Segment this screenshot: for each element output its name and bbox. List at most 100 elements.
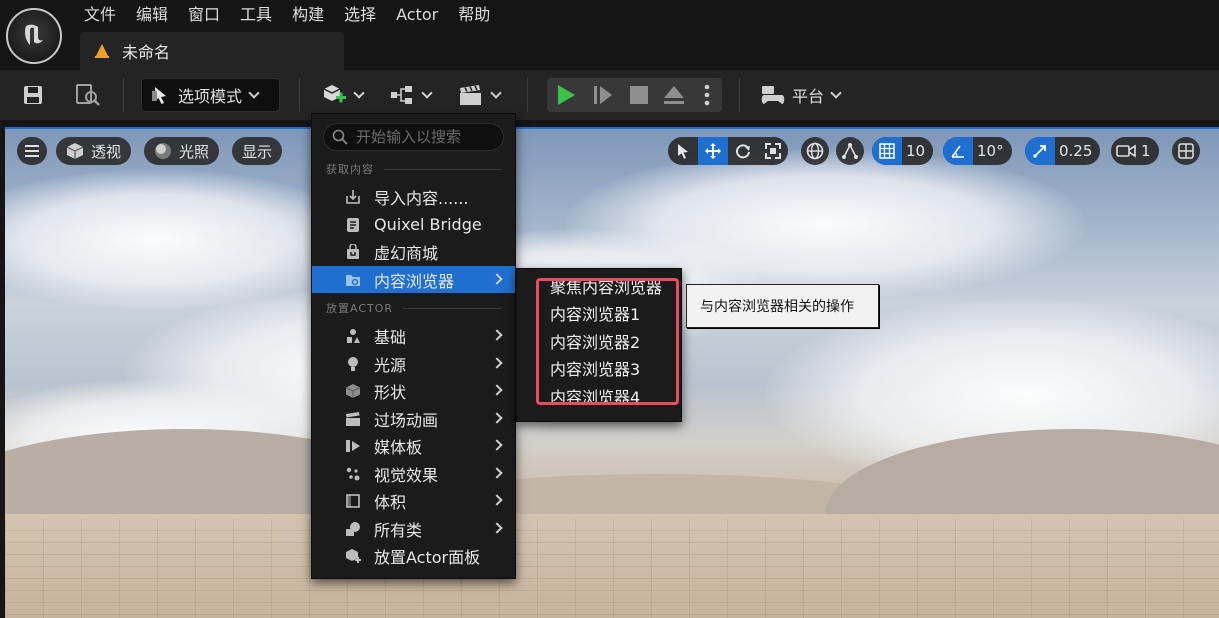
menu-item-label: 内容浏览器	[374, 271, 455, 291]
browse-icon	[76, 84, 100, 106]
grid-snap-toggle[interactable]	[872, 137, 902, 165]
menu-item-place-actors-panel[interactable]: 放置Actor面板	[312, 542, 515, 569]
cinematic-icon	[345, 411, 361, 427]
title-bar: 文件 编辑 窗口 工具 构建 选择 Actor 帮助 未命名	[0, 0, 1219, 70]
scale-snap-group: 0.25	[1025, 137, 1101, 165]
platforms-button[interactable]: 平台	[760, 78, 846, 112]
menu-item-all-classes[interactable]: 所有类	[312, 515, 515, 542]
advance-frame-button[interactable]	[592, 83, 614, 111]
light-icon	[345, 356, 361, 372]
view-mode-button[interactable]: 光照	[144, 137, 220, 165]
shape-icon	[345, 383, 361, 399]
toolbar-separator	[527, 78, 528, 112]
menu-window[interactable]: 窗口	[178, 0, 230, 30]
add-actor-icon	[323, 85, 346, 103]
toolbar-separator	[299, 78, 300, 112]
menu-item-import-content[interactable]: 导入内容......	[312, 183, 515, 210]
menu-item-volumes[interactable]: 体积	[312, 487, 515, 514]
chevron-right-icon	[491, 273, 503, 285]
cinematics-button[interactable]	[455, 78, 503, 112]
menu-edit[interactable]: 编辑	[126, 0, 178, 30]
chevron-right-icon	[491, 494, 503, 506]
perspective-label: 透视	[91, 142, 122, 161]
browse-level-button[interactable]	[73, 78, 103, 112]
transform-tools	[668, 137, 788, 165]
rotate-tool-button[interactable]	[728, 137, 758, 165]
document-tab[interactable]: 未命名	[80, 32, 344, 70]
platforms-label: 平台	[792, 87, 825, 106]
search-input[interactable]	[356, 128, 496, 146]
lit-sphere-icon	[155, 143, 171, 159]
perspective-cube-icon	[66, 143, 84, 159]
chevron-down-icon	[421, 86, 433, 99]
grid-icon	[879, 143, 895, 159]
camera-speed-group[interactable]: 1	[1111, 137, 1159, 165]
menu-item-quixel-bridge[interactable]: Quixel Bridge	[312, 211, 515, 238]
menu-item-media-plate[interactable]: 媒体板	[312, 432, 515, 459]
rotation-snap-group: 10°	[943, 137, 1012, 165]
section-get-content-label: 获取内容	[326, 163, 374, 176]
menu-item-label: 视觉效果	[374, 465, 439, 485]
perspective-button[interactable]: 透视	[56, 137, 132, 165]
scale-snap-value[interactable]: 0.25	[1055, 142, 1100, 160]
unreal-logo-icon[interactable]	[6, 8, 62, 64]
play-button[interactable]	[555, 83, 577, 111]
tooltip-text: 与内容浏览器相关的操作	[700, 299, 854, 315]
menu-item-label: 所有类	[374, 520, 423, 540]
quick-add-button[interactable]	[318, 78, 366, 112]
rotation-snap-toggle[interactable]	[943, 137, 973, 165]
all-classes-icon	[345, 521, 361, 537]
menu-file[interactable]: 文件	[84, 0, 126, 30]
play-controls	[547, 78, 722, 112]
menu-item-cinematic[interactable]: 过场动画	[312, 405, 515, 432]
toolbar-separator	[123, 78, 124, 112]
annotation-highlight-box	[536, 278, 679, 405]
scale-tool-button[interactable]	[758, 137, 788, 165]
show-button[interactable]: 显示	[232, 137, 283, 165]
main-menu-bar: 文件 编辑 窗口 工具 构建 选择 Actor 帮助	[84, 0, 500, 30]
rotation-snap-value[interactable]: 10°	[973, 142, 1012, 160]
eject-button[interactable]	[662, 84, 686, 110]
menu-item-label: 过场动画	[374, 410, 439, 430]
viewport-menu-button[interactable]	[17, 137, 47, 165]
menu-help[interactable]: 帮助	[448, 0, 500, 30]
menu-build[interactable]: 构建	[282, 0, 334, 30]
menu-item-shapes[interactable]: 形状	[312, 377, 515, 404]
step-icon	[594, 86, 612, 104]
select-tool-button[interactable]	[668, 137, 698, 165]
rotate-icon	[736, 144, 750, 159]
menu-select[interactable]: 选择	[334, 0, 386, 30]
hamburger-icon	[25, 145, 39, 157]
volume-icon	[345, 493, 361, 509]
basic-icon	[345, 328, 361, 344]
chevron-right-icon	[491, 467, 503, 479]
stop-button[interactable]	[628, 84, 650, 110]
chevron-right-icon	[491, 357, 503, 369]
menu-item-marketplace[interactable]: 虚幻商城	[312, 238, 515, 265]
grid-snap-value[interactable]: 10	[902, 142, 933, 160]
translate-tool-button[interactable]	[698, 137, 728, 165]
menu-actor[interactable]: Actor	[386, 0, 448, 30]
more-vertical-icon	[704, 84, 710, 106]
menu-item-visual-effects[interactable]: 视觉效果	[312, 460, 515, 487]
menu-item-basic[interactable]: 基础	[312, 322, 515, 349]
chevron-down-icon	[353, 86, 365, 99]
save-button[interactable]	[18, 78, 48, 112]
mode-select-dropdown[interactable]: 选项模式	[141, 78, 280, 112]
clapperboard-icon	[460, 85, 481, 105]
world-space-button[interactable]	[801, 137, 829, 165]
menu-item-lights[interactable]: 光源	[312, 350, 515, 377]
move-arrows-icon	[705, 143, 721, 159]
menu-item-label: 虚幻商城	[374, 243, 439, 263]
play-options-button[interactable]	[704, 84, 710, 110]
viewport-layout-button[interactable]	[1172, 137, 1200, 165]
section-divider	[403, 307, 502, 309]
document-tab-title: 未命名	[122, 43, 171, 62]
menu-item-content-browser[interactable]: 内容浏览器	[312, 266, 515, 293]
scale-snap-toggle[interactable]	[1025, 137, 1055, 165]
blueprints-button[interactable]	[386, 78, 434, 112]
menu-tools[interactable]: 工具	[230, 0, 282, 30]
surface-snapping-button[interactable]	[836, 137, 864, 165]
marketplace-icon	[345, 244, 361, 260]
menu-search-box[interactable]	[323, 123, 504, 151]
